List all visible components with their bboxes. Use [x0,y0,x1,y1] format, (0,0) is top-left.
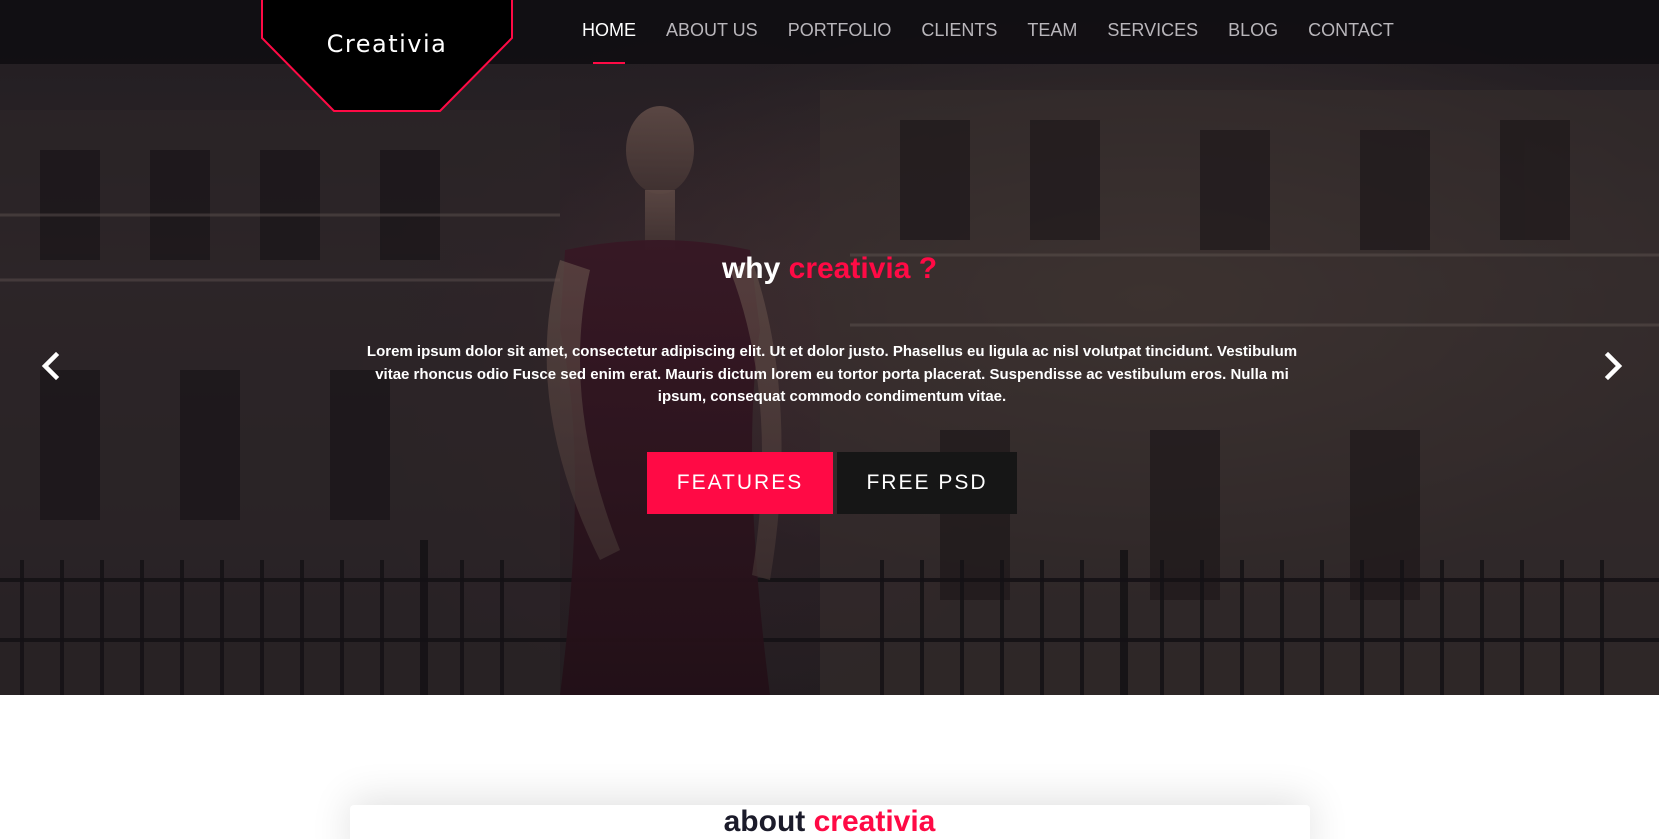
about-heading-plain: about [723,805,806,838]
about-heading: about creativia [0,805,1659,839]
nav-item-blog[interactable]: BLOG [1213,0,1293,64]
nav-item-about-us[interactable]: ABOUT US [651,0,773,64]
chevron-right-icon [1604,351,1623,381]
nav-item-team[interactable]: TEAM [1012,0,1092,64]
features-button[interactable]: FEATURES [647,452,833,514]
hero-description: Lorem ipsum dolor sit amet, consectetur … [366,343,1298,405]
hero-heading-accent: creativia ? [788,252,938,285]
about-section: about creativia [0,695,1659,839]
chevron-left-icon [41,351,60,381]
hero-button-group: FEATURES FREE PSD [647,452,1017,514]
nav-item-clients[interactable]: CLIENTS [906,0,1012,64]
brand-name: Creativia [326,30,448,58]
hero-slider: why creativia ? Lorem ipsum dolor sit am… [0,0,1659,695]
about-heading-accent: creativia [813,805,936,838]
slider-next-button[interactable] [1598,349,1628,383]
hero-heading: why creativia ? [0,252,1659,286]
nav-item-home[interactable]: HOME [567,0,651,64]
main-nav: HOME ABOUT US PORTFOLIO CLIENTS TEAM SER… [567,0,1409,64]
hero-heading-plain: why [721,252,781,285]
brand-logo[interactable]: Creativia [261,0,513,112]
free-psd-button[interactable]: FREE PSD [837,452,1017,514]
nav-item-portfolio[interactable]: PORTFOLIO [773,0,907,64]
nav-item-contact[interactable]: CONTACT [1293,0,1409,64]
slider-prev-button[interactable] [36,349,66,383]
nav-item-services[interactable]: SERVICES [1092,0,1213,64]
